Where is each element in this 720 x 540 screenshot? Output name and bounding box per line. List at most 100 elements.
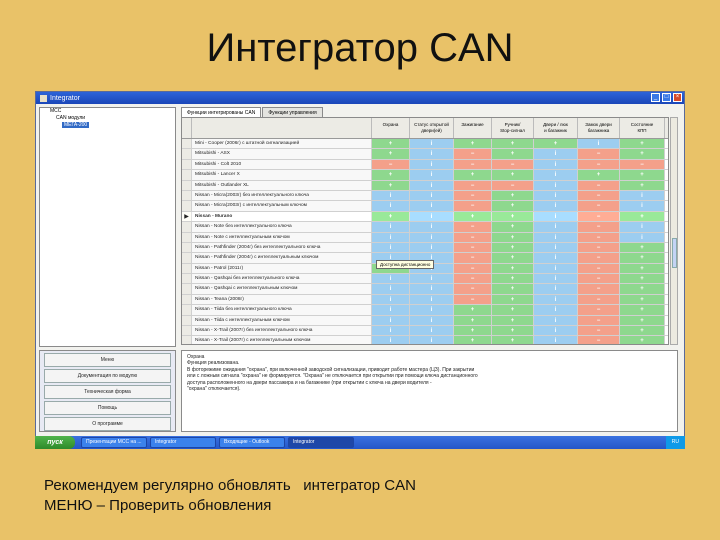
support-cell[interactable]: − <box>578 326 620 336</box>
table-row[interactable]: Mitsubishi - Lancer X + i + + i + + <box>182 170 668 181</box>
menu-button[interactable]: Меню <box>44 353 171 367</box>
table-row[interactable]: Nissan - Qashqai с интеллектуальным ключ… <box>182 284 668 295</box>
column-header[interactable]: Охрана <box>372 118 410 138</box>
tab-can-functions[interactable]: Функции интегрированы CAN <box>181 107 262 117</box>
column-header[interactable]: Зажигание <box>454 118 492 138</box>
support-cell[interactable]: + <box>492 263 534 274</box>
support-cell[interactable]: i <box>410 336 454 344</box>
support-cell[interactable]: + <box>454 170 492 180</box>
support-cell[interactable]: i <box>372 305 410 315</box>
support-cell[interactable]: + <box>372 211 410 222</box>
support-cell[interactable]: + <box>620 274 665 284</box>
support-cell[interactable]: i <box>410 305 454 315</box>
minimize-button[interactable]: _ <box>651 93 660 102</box>
column-header[interactable]: Ручник/ Stop-сигнал <box>492 118 534 138</box>
support-cell[interactable]: i <box>410 139 454 149</box>
support-cell[interactable]: i <box>620 201 665 211</box>
taskbar-item-active[interactable]: Integrator <box>288 437 354 448</box>
support-cell[interactable]: − <box>454 284 492 294</box>
documentation-button[interactable]: Документация по модулю <box>44 369 171 383</box>
support-cell[interactable]: + <box>620 315 665 326</box>
support-cell[interactable]: i <box>534 201 578 211</box>
scrollbar-thumb[interactable] <box>672 238 677 268</box>
support-cell[interactable]: + <box>492 170 534 180</box>
support-cell[interactable]: − <box>372 159 410 170</box>
support-cell[interactable]: + <box>492 294 534 305</box>
column-header[interactable]: Двери / люк и багажник <box>534 118 578 138</box>
support-cell[interactable]: i <box>372 201 410 211</box>
support-cell[interactable]: + <box>578 170 620 180</box>
support-cell[interactable]: + <box>620 170 665 180</box>
help-button[interactable]: Помощь <box>44 401 171 415</box>
support-cell[interactable]: − <box>578 336 620 344</box>
support-cell[interactable]: − <box>454 263 492 274</box>
support-cell[interactable]: i <box>410 201 454 211</box>
table-row[interactable]: Mini - Cooper (2006г) с штатной сигнализ… <box>182 139 668 150</box>
support-cell[interactable]: + <box>492 336 534 344</box>
support-cell[interactable]: i <box>534 315 578 326</box>
support-cell[interactable]: + <box>620 149 665 159</box>
support-cell[interactable]: + <box>492 242 534 253</box>
support-cell[interactable]: − <box>454 159 492 170</box>
support-cell[interactable]: + <box>372 170 410 180</box>
support-cell[interactable]: + <box>454 305 492 315</box>
support-cell[interactable]: + <box>492 284 534 294</box>
support-cell[interactable]: i <box>372 294 410 305</box>
support-cell[interactable]: i <box>410 222 454 232</box>
table-row-selected[interactable]: ▶ Nissan - Murano + i + + i − + <box>182 211 668 223</box>
column-header[interactable] <box>192 118 372 138</box>
support-cell[interactable]: + <box>372 149 410 159</box>
support-cell[interactable]: − <box>578 232 620 242</box>
table-row[interactable]: Nissan - Note без интеллектуального ключ… <box>182 222 668 233</box>
support-cell[interactable]: + <box>454 326 492 336</box>
support-cell[interactable]: i <box>410 326 454 336</box>
support-cell[interactable]: + <box>492 326 534 336</box>
support-cell[interactable]: − <box>492 180 534 190</box>
support-cell[interactable]: + <box>492 305 534 315</box>
tree-item[interactable]: CAN модули <box>40 115 175 122</box>
support-cell[interactable]: i <box>534 190 578 201</box>
table-row[interactable]: Nissan - Tiida с интеллектуальным ключом… <box>182 315 668 327</box>
support-cell[interactable]: − <box>578 159 620 170</box>
support-cell[interactable]: i <box>372 315 410 326</box>
support-cell[interactable]: + <box>620 211 665 222</box>
support-cell[interactable]: i <box>534 159 578 170</box>
support-cell[interactable]: + <box>492 149 534 159</box>
support-cell[interactable]: i <box>534 305 578 315</box>
support-cell[interactable]: i <box>372 222 410 232</box>
support-cell[interactable]: i <box>534 180 578 190</box>
support-cell[interactable]: − <box>454 222 492 232</box>
support-cell[interactable]: + <box>454 139 492 149</box>
support-cell[interactable]: i <box>372 190 410 201</box>
table-row[interactable]: Nissan - Note с интеллектуальным ключом i… <box>182 232 668 243</box>
table-row[interactable]: Nissan - Teana (2008г) i i − + i − + <box>182 294 668 306</box>
support-cell[interactable]: − <box>578 305 620 315</box>
support-cell[interactable]: i <box>534 326 578 336</box>
support-cell[interactable]: i <box>534 170 578 180</box>
support-cell[interactable]: + <box>620 253 665 263</box>
about-button[interactable]: О программе <box>44 417 171 431</box>
support-cell[interactable]: i <box>534 284 578 294</box>
support-cell[interactable]: + <box>620 139 665 149</box>
taskbar-item[interactable]: Презентации MCC на ... <box>81 437 147 448</box>
support-cell[interactable]: − <box>578 284 620 294</box>
support-cell[interactable]: − <box>578 242 620 253</box>
support-cell[interactable]: i <box>372 242 410 253</box>
support-cell[interactable]: i <box>534 294 578 305</box>
support-cell[interactable]: + <box>620 305 665 315</box>
table-scrollbar[interactable] <box>670 117 678 345</box>
support-cell[interactable]: + <box>492 253 534 263</box>
support-cell[interactable]: + <box>492 315 534 326</box>
support-cell[interactable]: i <box>534 211 578 222</box>
tab-control-functions[interactable]: Функции управления <box>262 107 323 117</box>
support-cell[interactable]: + <box>492 201 534 211</box>
tech-form-button[interactable]: Техническая форма <box>44 385 171 399</box>
support-cell[interactable]: i <box>410 159 454 170</box>
support-cell[interactable]: i <box>410 274 454 284</box>
support-cell[interactable]: i <box>578 139 620 149</box>
support-cell[interactable]: + <box>372 180 410 190</box>
support-cell[interactable]: − <box>578 211 620 222</box>
support-cell[interactable]: − <box>578 149 620 159</box>
support-cell[interactable]: + <box>534 139 578 149</box>
support-cell[interactable]: i <box>372 336 410 344</box>
